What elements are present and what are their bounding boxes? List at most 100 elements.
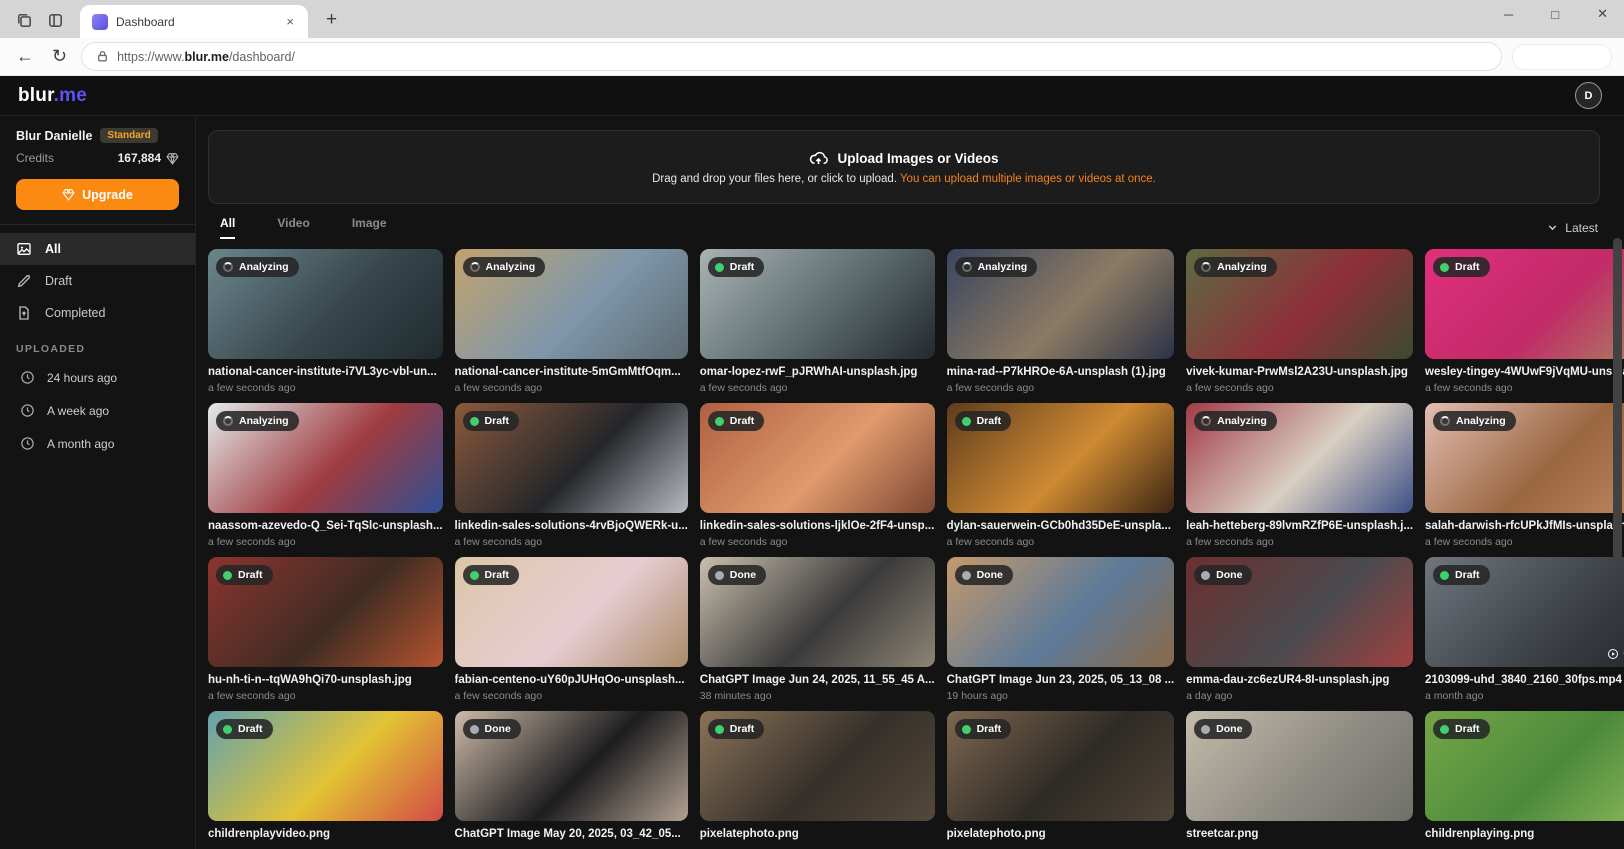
workspaces-icon[interactable] [16,12,33,29]
media-filename: mina-rad--P7kHROe-6A-unsplash (1).jpg [947,366,1175,378]
media-card[interactable]: Draft dylan-sauerwein-GCb0hd35DeE-unspla… [947,403,1175,548]
sidebar-item-draft[interactable]: Draft [0,265,195,297]
media-thumbnail[interactable]: Draft [947,711,1175,821]
avatar[interactable]: D [1575,82,1602,109]
media-filename: childrenplayvideo.png [208,828,443,840]
credits-label: Credits [16,151,54,165]
media-thumbnail[interactable]: Done [700,557,935,667]
browser-toolbar-pill[interactable] [1512,44,1612,70]
media-card[interactable]: Done emma-dau-zc6ezUR4-8I-unsplash.jpg a… [1186,557,1413,702]
media-card[interactable]: Done ChatGPT Image Jun 24, 2025, 11_55_4… [700,557,935,702]
tab-image[interactable]: Image [352,216,387,239]
uploaded-filter-item[interactable]: A week ago [0,394,195,427]
media-thumbnail[interactable]: Analyzing [208,249,443,359]
media-thumbnail[interactable]: Analyzing [947,249,1175,359]
media-card[interactable]: Draft hu-nh-ti-n--tqWA9hQi70-unsplash.jp… [208,557,443,702]
sidebar-item-all[interactable]: All [0,233,195,265]
address-bar[interactable]: https://www.blur.me/dashboard/ [81,42,1502,71]
new-tab-button[interactable]: + [318,9,345,31]
status-badge: Draft [1433,565,1490,585]
blurme-logo[interactable]: blur.me [18,85,87,107]
media-thumbnail[interactable]: Done [455,711,688,821]
status-dot-icon [470,417,479,426]
media-thumbnail[interactable]: Analyzing [1186,249,1413,359]
media-card[interactable]: Draft pixelatephoto.png [947,711,1175,849]
media-thumbnail[interactable]: Draft [700,249,935,359]
media-card[interactable]: Analyzing leah-hetteberg-89lvmRZfP6E-uns… [1186,403,1413,548]
media-thumbnail[interactable]: Draft [455,403,688,513]
window-minimize-button[interactable]: ─ [1498,5,1519,24]
media-upload-time: a few seconds ago [947,382,1175,394]
chevron-down-icon [1546,221,1559,234]
status-badge: Analyzing [216,257,299,277]
tab-close-icon[interactable]: × [282,14,298,29]
media-upload-time: a few seconds ago [700,536,935,548]
media-thumbnail[interactable]: Analyzing [455,249,688,359]
media-thumbnail[interactable]: Draft [208,711,443,821]
uploaded-filter-item[interactable]: A month ago [0,427,195,460]
sidebar-item-completed[interactable]: Completed [0,297,195,329]
media-card[interactable]: Draft wesley-tingey-4WUwF9jVqMU-unsplash… [1425,249,1624,394]
media-thumbnail[interactable]: Analyzing [208,403,443,513]
media-thumbnail[interactable]: Draft [700,711,935,821]
media-card[interactable]: Analyzing salah-darwish-rfcUPkJfMIs-unsp… [1425,403,1624,548]
vertical-tabs-icon[interactable] [47,12,64,29]
media-card[interactable]: Draft linkedin-sales-solutions-ljklOe-2f… [700,403,935,548]
media-thumbnail[interactable]: Draft [455,557,688,667]
page-scrollbar[interactable] [1613,116,1622,849]
media-thumbnail[interactable]: Draft [1425,711,1624,821]
media-filename: ChatGPT Image Jun 23, 2025, 05_13_08 ... [947,674,1175,686]
media-card[interactable]: Done ChatGPT Image May 20, 2025, 03_42_0… [455,711,688,849]
media-upload-time: 19 hours ago [947,690,1175,702]
media-thumbnail[interactable]: Analyzing [1425,403,1624,513]
app-header: blur.me D [0,76,1624,116]
media-thumbnail[interactable]: Draft [947,403,1175,513]
media-thumbnail[interactable]: Draft [208,557,443,667]
browser-tab-title: Dashboard [116,15,274,29]
window-close-button[interactable]: ✕ [1591,4,1614,24]
media-card[interactable]: Analyzing mina-rad--P7kHROe-6A-unsplash … [947,249,1175,394]
sidebar: Blur Danielle Standard Credits 167,884 [0,116,196,849]
media-card[interactable]: Draft 01:00 2103099-uhd_3840_2160_30fps.… [1425,557,1624,702]
media-card[interactable]: Draft fabian-centeno-uY60pJUHqOo-unsplas… [455,557,688,702]
media-card[interactable]: Analyzing national-cancer-institute-i7VL… [208,249,443,394]
status-badge: Draft [1433,257,1490,277]
back-button[interactable]: ← [12,46,38,67]
window-maximize-button[interactable]: □ [1545,5,1565,24]
status-dot-icon [1440,725,1449,734]
media-card[interactable]: Done ChatGPT Image Jun 23, 2025, 05_13_0… [947,557,1175,702]
media-card[interactable]: Analyzing naassom-azevedo-Q_Sei-TqSlc-un… [208,403,443,548]
media-thumbnail[interactable]: Analyzing [1186,403,1413,513]
tab-all[interactable]: All [220,216,235,239]
clock-icon [20,403,35,418]
url-text: https://www.blur.me/dashboard/ [117,50,295,64]
media-thumbnail[interactable]: Done [1186,711,1413,821]
media-thumbnail[interactable]: Draft 01:00 [1425,557,1624,667]
status-dot-icon [223,571,232,580]
media-thumbnail[interactable]: Draft [1425,249,1624,359]
media-card[interactable]: Draft childrenplayvideo.png [208,711,443,849]
browser-tab[interactable]: Dashboard × [80,5,308,38]
media-thumbnail[interactable]: Done [947,557,1175,667]
upgrade-button[interactable]: Upgrade [16,179,179,210]
sort-dropdown[interactable]: Latest [1546,221,1598,235]
media-upload-time [700,844,935,849]
reload-button[interactable]: ↻ [48,46,71,67]
media-card[interactable]: Analyzing vivek-kumar-PrwMsl2A23U-unspla… [1186,249,1413,394]
media-card[interactable]: Done streetcar.png [1186,711,1413,849]
status-dot-icon [1201,725,1210,734]
clock-icon [20,436,35,451]
media-card[interactable]: Draft pixelatephoto.png [700,711,935,849]
tab-video[interactable]: Video [277,216,309,239]
scrollbar-thumb[interactable] [1613,238,1622,560]
status-dot-icon [470,725,479,734]
upload-dropzone[interactable]: Upload Images or Videos Drag and drop yo… [208,130,1600,204]
media-thumbnail[interactable]: Draft [700,403,935,513]
media-card[interactable]: Draft omar-lopez-rwF_pJRWhAI-unsplash.jp… [700,249,935,394]
media-card[interactable]: Analyzing national-cancer-institute-5mGm… [455,249,688,394]
media-thumbnail[interactable]: Done [1186,557,1413,667]
media-card[interactable]: Draft linkedin-sales-solutions-4rvBjoQWE… [455,403,688,548]
status-badge: Draft [1433,719,1490,739]
uploaded-filter-item[interactable]: 24 hours ago [0,361,195,394]
media-card[interactable]: Draft childrenplaying.png [1425,711,1624,849]
